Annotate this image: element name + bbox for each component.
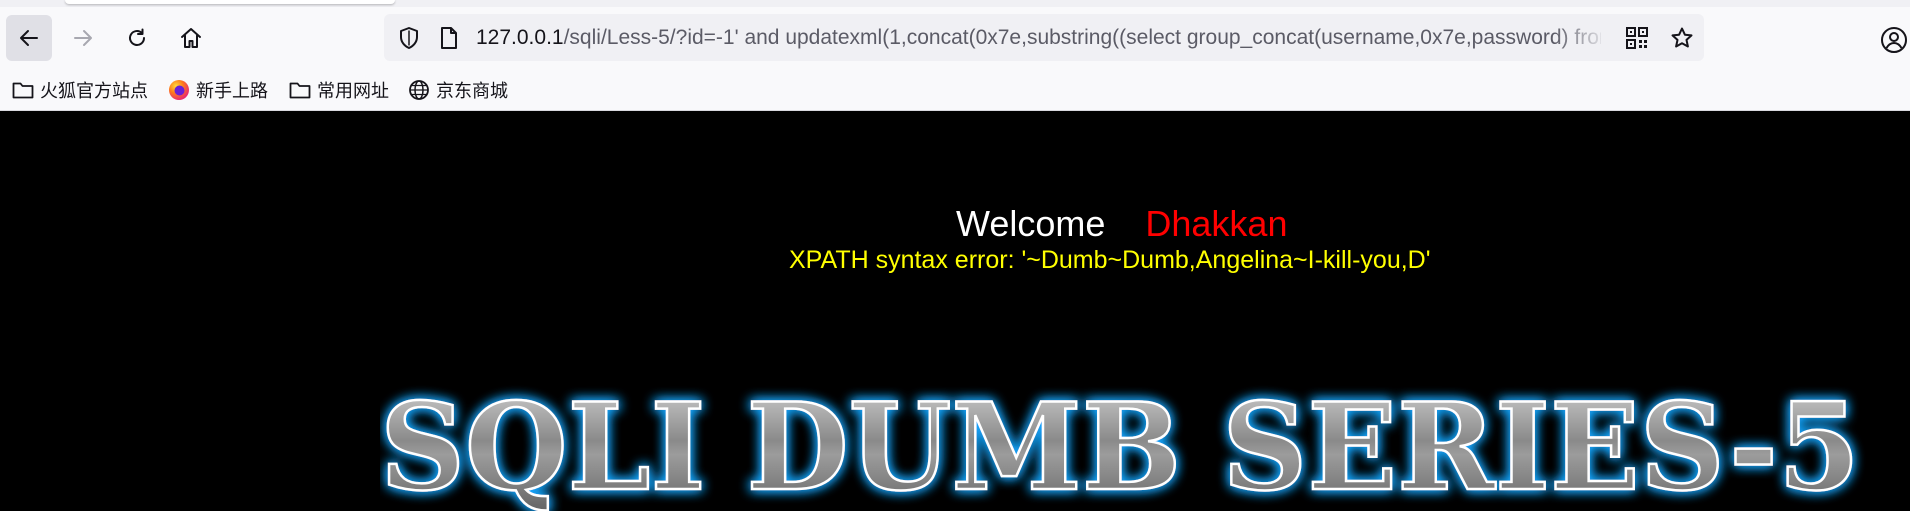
- account-icon[interactable]: [1880, 26, 1908, 54]
- url-text[interactable]: 127.0.0.1/sqli/Less-5/?id=-1' and update…: [476, 14, 1601, 61]
- bookmark-item-firefox-official[interactable]: 火狐官方站点: [12, 70, 148, 110]
- back-arrow-icon: [20, 30, 38, 46]
- sql-error-message: XPATH syntax error: '~Dumb~Dumb,Angelina…: [789, 246, 1431, 274]
- bookmark-item-getting-started[interactable]: 新手上路: [168, 70, 268, 110]
- bookmark-label: 新手上路: [196, 81, 268, 102]
- back-button[interactable]: [6, 15, 52, 61]
- url-host: 127.0.0.1: [476, 26, 564, 49]
- page-content: Welcome Dhakkan XPATH syntax error: '~Dum…: [0, 111, 1910, 511]
- url-fade: [1554, 14, 1609, 61]
- welcome-heading: Welcome Dhakkan: [956, 203, 1287, 247]
- banner-title: SQLI DUMB SERIES-5: [380, 377, 1860, 511]
- page-info-icon[interactable]: [436, 25, 462, 51]
- welcome-text: Welcome: [956, 203, 1106, 244]
- navigation-toolbar: 127.0.0.1/sqli/Less-5/?id=-1' and update…: [0, 7, 1910, 70]
- bookmark-star-icon[interactable]: [1668, 24, 1696, 52]
- bookmark-item-common-sites[interactable]: 常用网址: [289, 70, 389, 110]
- shield-icon[interactable]: [396, 25, 422, 51]
- bookmark-label: 常用网址: [317, 81, 389, 102]
- url-path: /sqli/Less-5/?id=-1' and updatexml(1,con…: [563, 26, 1601, 49]
- reload-icon: [129, 28, 145, 46]
- folder-icon: [289, 82, 311, 99]
- globe-icon: [409, 80, 429, 100]
- username-text: Dhakkan: [1145, 203, 1288, 244]
- home-icon: [181, 28, 201, 48]
- firefox-icon: [169, 80, 189, 100]
- bookmark-label: 火狐官方站点: [40, 81, 148, 102]
- sqli-dumb-series-banner: SQLI DUMB SERIES-5: [380, 376, 1861, 511]
- bookmark-item-jd-mall[interactable]: 京东商城: [408, 70, 508, 110]
- forward-arrow-icon: [74, 30, 92, 46]
- qr-code-icon[interactable]: [1624, 25, 1650, 51]
- bookmark-label: 京东商城: [436, 81, 508, 102]
- home-button[interactable]: [168, 15, 214, 61]
- bookmarks-toolbar: 火狐官方站点 新手上路 常用网址 京东商城: [0, 70, 1910, 111]
- folder-icon: [12, 82, 34, 99]
- active-tab[interactable]: [65, 0, 395, 4]
- reload-button[interactable]: [114, 15, 160, 61]
- address-bar[interactable]: 127.0.0.1/sqli/Less-5/?id=-1' and update…: [384, 14, 1704, 61]
- forward-button[interactable]: [60, 15, 106, 61]
